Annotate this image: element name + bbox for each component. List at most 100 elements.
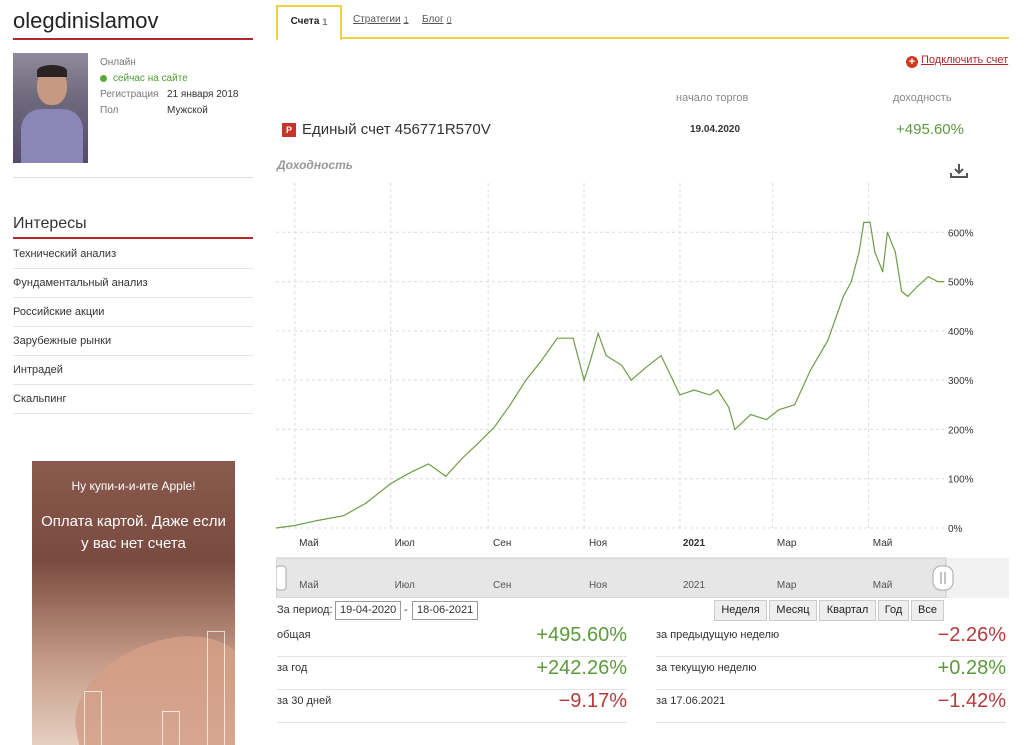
navigator-tick-label: 2021 (683, 580, 706, 591)
y-tick-label: 0% (948, 524, 963, 535)
data-point (445, 475, 447, 477)
ad-banner[interactable]: Ну купи-и-и-ите Apple! Оплата картой. Да… (32, 461, 235, 745)
data-point (827, 340, 829, 342)
navigator-right-handle[interactable] (932, 565, 954, 591)
data-point (937, 280, 939, 283)
data-point (509, 404, 511, 406)
navigator-tick-label: Май (873, 580, 893, 591)
data-point (886, 231, 889, 233)
tabs: Счета 1 Стратегии 1 Блог 0 (276, 5, 1009, 41)
interests-list: Технический анализ Фундаментальный анали… (13, 240, 253, 414)
data-point (364, 502, 367, 504)
y-tick-label: 400% (948, 327, 974, 338)
data-point (858, 251, 860, 253)
y-tick-label: 200% (948, 425, 974, 436)
interest-item[interactable]: Интрадей (13, 356, 253, 385)
date-separator: - (404, 604, 408, 616)
range-year-button[interactable]: Год (878, 600, 909, 621)
tab-strategies[interactable]: Стратегии 1 (353, 5, 409, 39)
range-quarter-button[interactable]: Квартал (819, 600, 876, 621)
data-point (660, 354, 662, 357)
x-tick-label: Май (873, 538, 893, 549)
glass-bar-icon (207, 631, 225, 745)
range-all-button[interactable]: Все (911, 600, 944, 621)
divider (13, 237, 253, 239)
tab-label: Счета (290, 16, 320, 27)
data-point (927, 276, 929, 278)
account-yield: +495.60% (896, 121, 964, 138)
data-point (597, 332, 599, 334)
data-point (809, 369, 812, 371)
y-tick-label: 300% (948, 376, 974, 387)
glass-bar-icon (162, 711, 180, 745)
stat-value: +242.26% (536, 657, 627, 679)
stat-value: +495.60% (536, 624, 627, 646)
data-point (556, 337, 558, 339)
data-point (583, 379, 585, 381)
tab-accounts[interactable]: Счета 1 (276, 5, 342, 41)
data-point (709, 394, 711, 396)
divider (13, 177, 253, 178)
gender-row: Пол Мужской (100, 103, 239, 119)
data-point (541, 359, 543, 362)
stat-row: за текущую неделю +0.28% (656, 657, 1006, 690)
stat-row: за 17.06.2021 −1.42% (656, 690, 1006, 723)
interest-item[interactable]: Фундаментальный анализ (13, 269, 253, 298)
avatar-body (21, 109, 83, 163)
date-to-input[interactable]: 18-06-2021 (412, 601, 479, 620)
y-tick-label: 100% (948, 475, 974, 486)
glass-bar-icon (84, 691, 102, 745)
stat-value: −9.17% (558, 690, 627, 712)
tab-blog[interactable]: Блог 0 (422, 5, 452, 39)
ad-text: Оплата картой. Даже если у вас нет счета (41, 513, 226, 552)
yield-label: доходность (893, 92, 952, 104)
data-point (630, 379, 632, 381)
data-point (412, 470, 414, 472)
avatar[interactable] (13, 53, 88, 163)
account-icon: P (282, 123, 296, 137)
interests-title: Интересы (13, 215, 87, 232)
navigator-tick-label: Мар (777, 580, 797, 591)
data-point (717, 389, 719, 391)
navigator-left-handle[interactable] (276, 565, 287, 591)
data-point (390, 483, 392, 485)
interest-item[interactable]: Скальпинг (13, 385, 253, 414)
data-point (916, 285, 918, 288)
data-point (943, 280, 945, 283)
stat-row: за год +242.26% (277, 657, 627, 690)
account-name[interactable]: Единый счет 456771R570V (302, 121, 491, 138)
stat-label: за предыдущую неделю (656, 629, 780, 641)
data-point (842, 295, 845, 297)
stat-row: за предыдущую неделю −2.26% (656, 624, 1006, 657)
interest-item[interactable]: Зарубежные рынки (13, 327, 253, 356)
data-point (679, 394, 681, 396)
data-point (765, 418, 767, 421)
gender-label: Пол (100, 105, 119, 116)
stat-label: за 30 дней (277, 695, 332, 707)
data-point (342, 515, 345, 517)
data-point (794, 404, 796, 406)
data-point (869, 221, 871, 224)
tab-count: 1 (322, 17, 328, 27)
data-point (460, 458, 463, 460)
data-point (525, 379, 527, 381)
range-month-button[interactable]: Месяц (769, 600, 817, 621)
ad-headline: Ну купи-и-и-ите Apple! (71, 479, 196, 493)
interest-item[interactable]: Технический анализ (13, 240, 253, 269)
date-from-input[interactable]: 19-04-2020 (335, 601, 402, 620)
data-point (316, 520, 318, 522)
x-tick-label: Ноя (589, 538, 607, 549)
data-point (907, 295, 909, 297)
status-label: Онлайн (100, 57, 136, 68)
online-dot-icon (100, 74, 107, 82)
navigator-selection (276, 557, 947, 598)
period-label: За период: (277, 604, 333, 616)
x-tick-label: Май (299, 538, 319, 549)
range-week-button[interactable]: Неделя (714, 600, 767, 621)
data-point (734, 428, 736, 431)
avatar-hair (37, 65, 67, 77)
connect-account-link[interactable]: + Подключить счет (906, 54, 1008, 68)
start-label: начало торгов (676, 92, 749, 104)
yield-chart[interactable]: 0% 100% 200% 300% 400% 500% 600% Май Июл Сен Ноя 20… (276, 178, 1009, 598)
interest-item[interactable]: Российские акции (13, 298, 253, 327)
